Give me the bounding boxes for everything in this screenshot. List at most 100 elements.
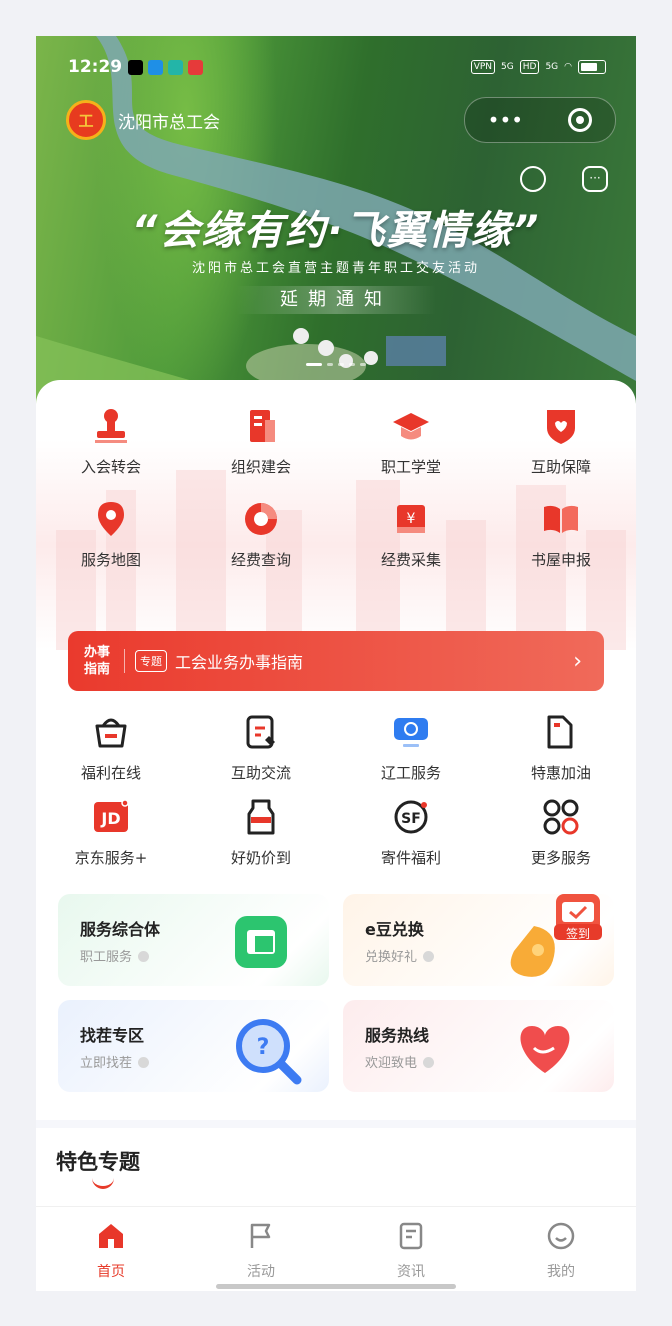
miniapp-capsule: ••• <box>464 97 616 143</box>
fuel-icon <box>541 712 581 752</box>
union-logo: 工 <box>66 100 106 140</box>
money-box-icon: ¥ <box>391 499 431 539</box>
tab-label: 资讯 <box>397 1264 425 1280</box>
tile-title: 服务热线 <box>365 1026 430 1045</box>
chevron-right-icon: › <box>573 648 582 674</box>
service-item[interactable]: 互助交流 <box>186 712 336 783</box>
service-item[interactable]: ¥ 经费采集 <box>336 499 486 570</box>
service-item[interactable]: 经费查询 <box>186 499 336 570</box>
service-item[interactable]: SF 寄件福利 <box>336 797 486 868</box>
app-title: 沈阳市总工会 <box>118 112 220 133</box>
app-notification-icon <box>168 59 184 75</box>
hero-notice: 延期通知 <box>236 286 436 314</box>
service-item[interactable]: 辽工服务 <box>336 712 486 783</box>
service-label: 组织建会 <box>230 458 291 476</box>
service-item[interactable]: 入会转会 <box>36 406 186 477</box>
service-item[interactable]: JD 京东服务+ <box>36 797 186 868</box>
service-item[interactable]: 互助保障 <box>486 406 636 477</box>
tile-subtitle: 欢迎致电 <box>365 1052 434 1071</box>
service-item[interactable]: 服务地图 <box>36 499 186 570</box>
message-icon[interactable]: ··· <box>582 166 608 192</box>
hero-actions: ··· <box>520 166 608 192</box>
service-label: 书屋申报 <box>530 551 591 569</box>
svg-text:SF: SF <box>401 811 421 827</box>
building-icon <box>241 406 281 446</box>
home-icon <box>96 1221 126 1255</box>
tile-title: 服务综合体 <box>80 920 161 939</box>
tile-title: e豆兑换 <box>365 920 424 939</box>
donut-chart-icon <box>241 499 281 539</box>
tab-label: 我的 <box>547 1264 575 1280</box>
monitor-icon <box>391 712 431 752</box>
service-item[interactable]: 福利在线 <box>36 712 186 783</box>
hero-subtitle: 沈阳市总工会直营主题青年职工交友活动 <box>191 261 480 276</box>
tile-title: 找茬专区 <box>80 1026 145 1045</box>
tab-item[interactable]: 资讯 <box>336 1207 486 1291</box>
service-label: 特惠加油 <box>530 764 591 782</box>
section-title: 特色专题 <box>56 1150 140 1174</box>
service-item[interactable]: 更多服务 <box>486 797 636 868</box>
status-bar: 12:29 VPN 5G HD 5G ◠ <box>68 54 606 80</box>
milk-icon <box>241 797 281 837</box>
book-icon <box>541 499 581 539</box>
svg-text:?: ? <box>257 1035 270 1060</box>
service-label: 互助保障 <box>530 458 591 476</box>
status-indicators: VPN 5G HD 5G ◠ <box>470 60 606 74</box>
service-label: 寄件福利 <box>380 849 441 867</box>
guide-banner[interactable]: 办事指南 专题 工会业务办事指南 › <box>68 631 604 691</box>
tab-item[interactable]: 我的 <box>486 1207 636 1291</box>
service-item[interactable]: 组织建会 <box>186 406 336 477</box>
tab-item[interactable]: 活动 <box>186 1207 336 1291</box>
service-item[interactable]: 好奶价到 <box>186 797 336 868</box>
service-label: 更多服务 <box>530 849 591 867</box>
tile-subtitle: 立即找茬 <box>80 1052 149 1071</box>
wifi-icon: ◠ <box>564 62 572 72</box>
graduation-cap-icon <box>391 406 431 446</box>
edit-note-icon <box>241 712 281 752</box>
tiktok-notification-icon <box>128 59 144 75</box>
service-item[interactable]: 职工学堂 <box>336 406 486 477</box>
more-menu-button[interactable]: ••• <box>488 108 523 132</box>
service-label: 经费查询 <box>230 551 291 569</box>
status-time: 12:29 <box>68 57 123 77</box>
bottom-tab-bar: 首页 活动 资讯 我的 <box>36 1206 636 1291</box>
guide-banner-title: 办事指南 <box>84 645 111 677</box>
service-item[interactable]: 书屋申报 <box>486 499 636 570</box>
service-label: 经费采集 <box>380 551 441 569</box>
stamp-icon <box>91 406 131 446</box>
tile-subtitle: 兑换好礼 <box>365 946 434 965</box>
news-icon <box>396 1221 426 1255</box>
service-label: 好奶价到 <box>230 849 291 867</box>
feature-tile[interactable]: 服务热线 欢迎致电 <box>343 1000 614 1092</box>
hero-banner[interactable]: 12:29 VPN 5G HD 5G ◠ 工 沈阳市总工会 ••• ··· “会… <box>36 36 636 436</box>
feature-tile[interactable]: 服务综合体 职工服务 <box>58 894 329 986</box>
svg-text:¥: ¥ <box>407 511 416 527</box>
service-label: 京东服务+ <box>74 849 148 867</box>
red-app-notification-icon <box>188 59 204 75</box>
feature-tile[interactable]: 找茬专区 立即找茬 ? <box>58 1000 329 1092</box>
close-miniapp-button[interactable] <box>568 108 593 132</box>
title-underline <box>92 1178 114 1189</box>
service-item[interactable]: 特惠加油 <box>486 712 636 783</box>
more-grid-icon <box>541 797 581 837</box>
primary-service-grid: 入会转会 组织建会 职工学堂 互助保障 服务地图 经费查询 ¥ 经费采集 书屋申报 <box>36 406 636 570</box>
secondary-service-grid: 福利在线 互助交流 辽工服务 特惠加油 JD 京东服务+ 好奶价到 SF 寄件福利 … <box>36 712 636 868</box>
service-label: 入会转会 <box>80 458 141 476</box>
home-indicator <box>216 1284 456 1289</box>
signin-button[interactable]: 签到 <box>550 888 606 942</box>
shield-icon <box>541 406 581 446</box>
telegram-notification-icon <box>148 59 164 75</box>
svg-text:JD: JD <box>100 809 120 828</box>
hero-slogan: “会缘有约·飞翼情缘” <box>131 208 541 254</box>
signin-label: 签到 <box>565 927 590 941</box>
app-header: 工 沈阳市总工会 ••• <box>66 97 616 143</box>
search-icon[interactable] <box>520 166 546 192</box>
hd-indicator: HD <box>519 60 540 74</box>
vpn-indicator: VPN <box>470 60 496 74</box>
phone-screen: 12:29 VPN 5G HD 5G ◠ 工 沈阳市总工会 ••• ··· “会… <box>36 36 636 1291</box>
sf-express-icon: SF <box>391 797 431 837</box>
tab-item[interactable]: 首页 <box>36 1207 186 1291</box>
topic-tag: 专题 <box>135 650 167 672</box>
service-label: 服务地图 <box>80 551 141 569</box>
smile-icon <box>546 1221 576 1255</box>
